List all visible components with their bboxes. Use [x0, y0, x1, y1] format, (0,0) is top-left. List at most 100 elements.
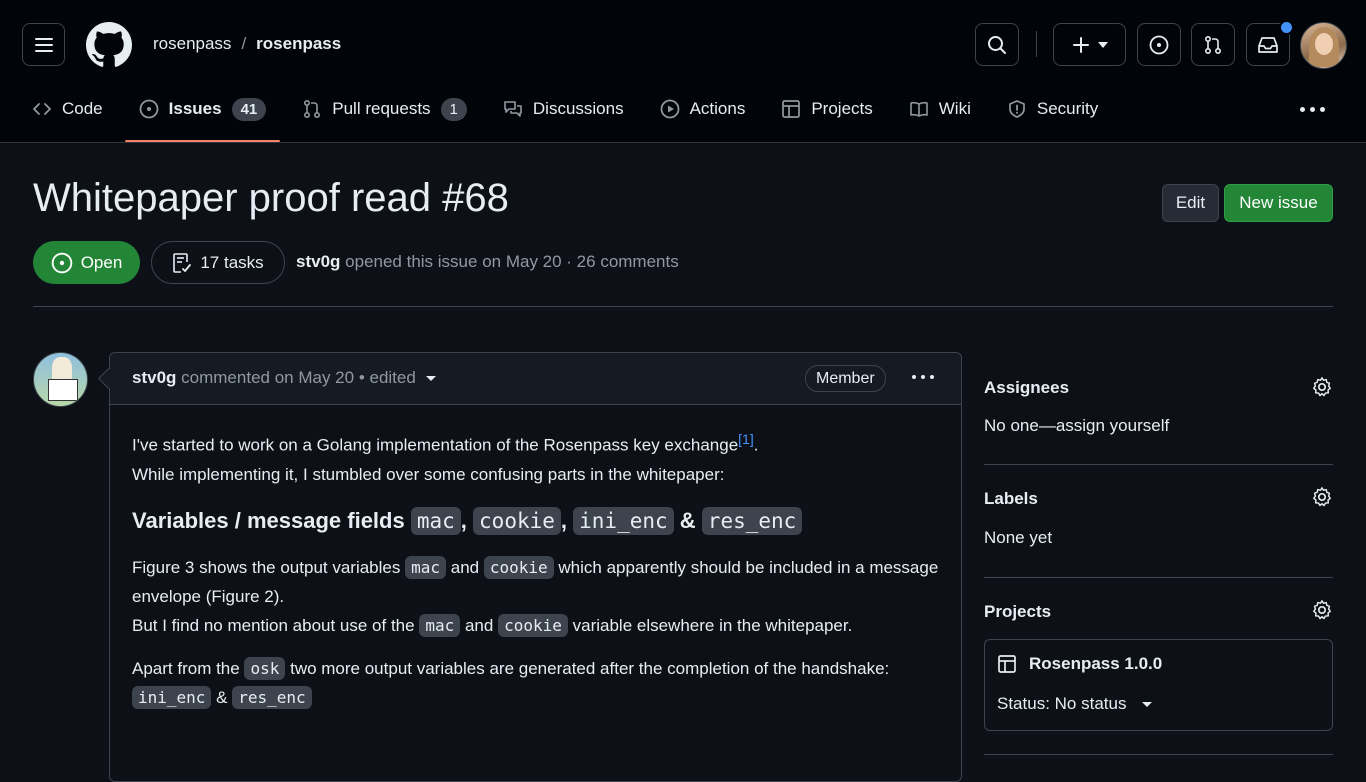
paragraph-osk: Apart from the osk two more output varia… [132, 656, 890, 709]
code-mac: mac [410, 506, 461, 535]
comment-edited-toggle[interactable]: • edited [359, 368, 436, 387]
table-icon [998, 655, 1016, 673]
tab-actions[interactable]: Actions [646, 88, 760, 130]
triangle-down-icon [425, 376, 436, 382]
code-cookie: cookie [498, 613, 568, 637]
issue-sidebar: Assignees No one—assign yourself Labels … [984, 366, 1333, 755]
labels-value: None yet [984, 528, 1053, 547]
comment-author-avatar[interactable] [33, 352, 88, 407]
play-icon [660, 99, 679, 119]
issue-title: Whitepaper proof read #68 [33, 176, 509, 221]
tab-code-label: Code [62, 99, 103, 118]
inbox-icon [1258, 36, 1278, 53]
github-logo-icon[interactable] [86, 22, 132, 68]
new-issue-button[interactable]: New issue [1224, 184, 1333, 222]
comment-header: stv0g commented on May 20 • edited Membe… [110, 353, 961, 405]
user-avatar[interactable] [1300, 22, 1347, 69]
assignees-value[interactable]: No one—assign yourself [984, 416, 1169, 436]
issue-number: #68 [442, 176, 509, 220]
tab-discussions[interactable]: Discussions [489, 88, 638, 130]
issue-state-label: Open [80, 252, 123, 272]
labels-title: Labels [984, 489, 1038, 508]
code-cookie: cookie [483, 555, 554, 579]
checklist-icon [173, 252, 192, 273]
breadcrumb-separator: / [241, 34, 247, 53]
paragraph-intro: I've started to work on a Golang impleme… [132, 431, 759, 484]
tab-issues-label: Issues [168, 99, 222, 118]
comment-discussion-icon [504, 101, 522, 117]
issue-title-text: Whitepaper proof read [33, 176, 432, 220]
header-divider [1036, 31, 1037, 57]
code-ini-enc: ini_enc [573, 506, 674, 535]
issue-meta-text: opened this issue on May 20 · 26 comment… [345, 252, 679, 271]
gear-icon[interactable] [1311, 599, 1333, 621]
breadcrumb-repo[interactable]: rosenpass [256, 34, 341, 54]
comment-card: stv0g commented on May 20 • edited Membe… [109, 352, 962, 782]
plus-icon [1072, 36, 1089, 53]
git-pull-request-icon [304, 99, 321, 119]
code-ini-enc: ini_enc [132, 685, 212, 709]
project-card: Rosenpass 1.0.0 Status: No status [984, 639, 1333, 731]
project-status-dropdown[interactable]: Status: No status [997, 694, 1153, 714]
tasks-button[interactable]: 17 tasks [151, 241, 285, 284]
tab-discussions-label: Discussions [532, 99, 624, 118]
code-res-enc: res_enc [232, 685, 312, 709]
issue-opened-icon [139, 99, 159, 119]
your-pull-requests-button[interactable] [1191, 23, 1235, 66]
search-button[interactable] [975, 23, 1019, 66]
comment-options-button[interactable] [912, 375, 934, 379]
git-pull-request-icon [1204, 35, 1222, 54]
code-icon [33, 103, 51, 115]
tab-pull-requests-count: 1 [440, 97, 467, 121]
book-icon [909, 101, 928, 117]
tab-security-label: Security [1036, 99, 1099, 118]
footnote-link[interactable]: [1] [738, 431, 754, 447]
app-header: rosenpass / rosenpass Code Issues 41 Pul… [0, 0, 1366, 143]
tab-issues[interactable]: Issues 41 [124, 88, 281, 142]
search-icon [988, 35, 1006, 54]
tab-wiki-label: Wiki [938, 99, 971, 118]
code-osk: osk [244, 656, 286, 680]
tab-issues-count: 41 [231, 97, 267, 121]
create-new-button[interactable] [1053, 23, 1126, 66]
project-name-link[interactable]: Rosenpass 1.0.0 [1029, 654, 1162, 674]
code-res-enc: res_enc [701, 506, 803, 535]
tab-wiki[interactable]: Wiki [895, 88, 985, 130]
tab-actions-label: Actions [689, 99, 746, 118]
shield-icon [1009, 100, 1025, 118]
title-divider [33, 306, 1333, 307]
triangle-down-icon [1097, 41, 1108, 48]
tab-security[interactable]: Security [993, 88, 1112, 130]
comment-author-link[interactable]: stv0g [132, 368, 176, 387]
section-heading: Variables / message fields mac, cookie, … [132, 503, 939, 539]
triangle-down-icon [1142, 702, 1153, 708]
comment-action: commented on May 20 [181, 368, 355, 387]
member-badge: Member [805, 365, 886, 392]
issue-author-link[interactable]: stv0g [296, 252, 340, 271]
tab-code[interactable]: Code [32, 88, 117, 130]
menu-button[interactable] [22, 23, 65, 66]
tab-pull-requests-label: Pull requests [332, 99, 431, 118]
edit-button[interactable]: Edit [1162, 184, 1219, 222]
comment-meta: stv0g commented on May 20 • edited [132, 368, 436, 388]
your-issues-button[interactable] [1137, 23, 1181, 66]
gear-icon[interactable] [1311, 486, 1333, 508]
issue-opened-icon [51, 252, 72, 273]
issue-opened-icon [1149, 35, 1169, 54]
code-mac: mac [419, 613, 461, 637]
more-tabs-button[interactable] [1296, 98, 1328, 120]
breadcrumb-owner[interactable]: rosenpass [153, 34, 231, 54]
comment-body: I've started to work on a Golang impleme… [110, 405, 961, 746]
code-mac: mac [405, 555, 447, 579]
tab-projects[interactable]: Projects [767, 88, 886, 130]
hamburger-icon [34, 37, 53, 52]
assignees-section: Assignees No one—assign yourself [984, 366, 1333, 465]
gear-icon[interactable] [1311, 376, 1333, 398]
tasks-label: 17 tasks [200, 252, 264, 272]
projects-title: Projects [984, 602, 1052, 621]
code-cookie: cookie [473, 506, 561, 535]
issue-state-badge: Open [33, 241, 140, 284]
table-icon [782, 100, 801, 118]
kebab-horizontal-icon [1299, 106, 1305, 112]
tab-pull-requests[interactable]: Pull requests 1 [288, 88, 481, 130]
